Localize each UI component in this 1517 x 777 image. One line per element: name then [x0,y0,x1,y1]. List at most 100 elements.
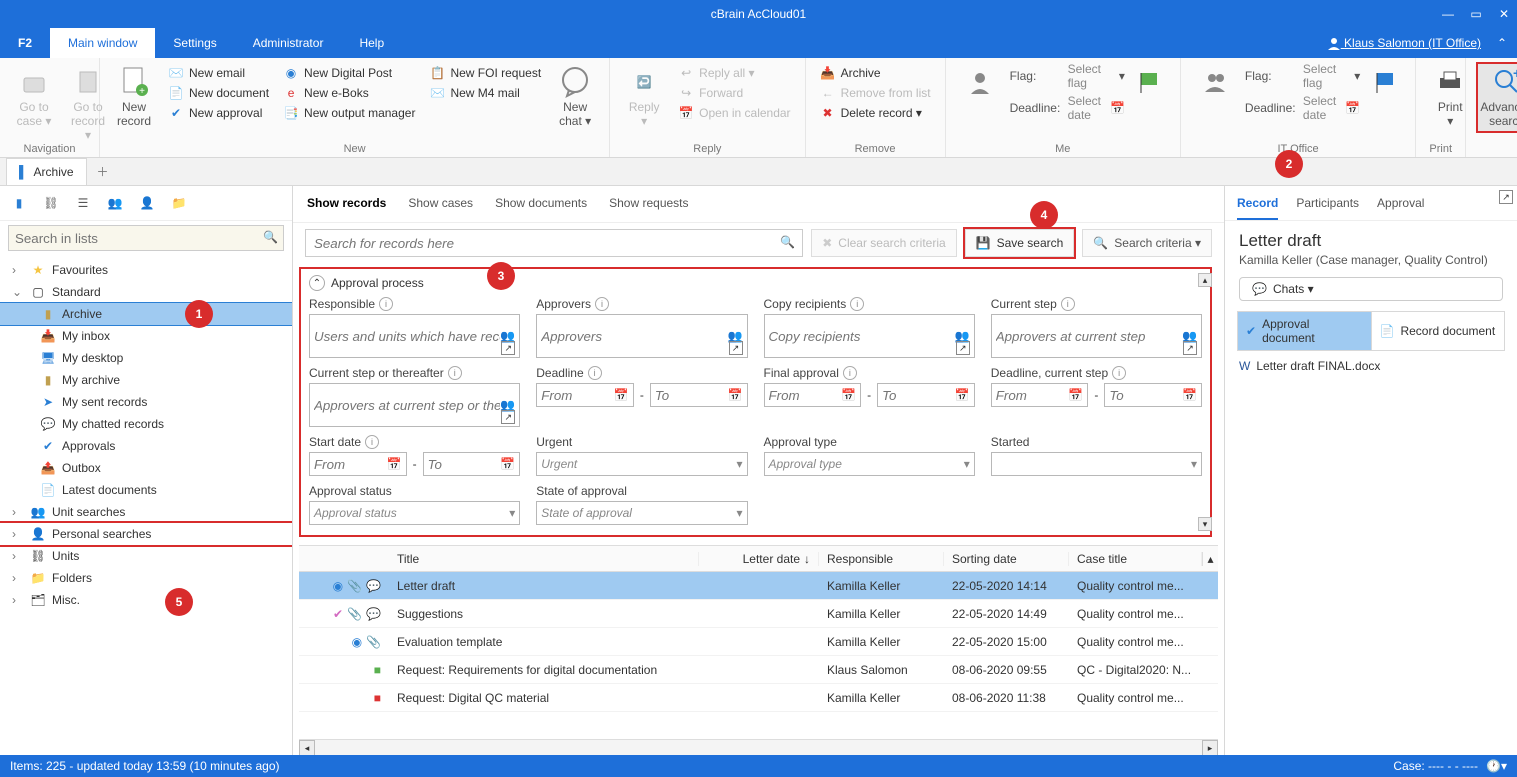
collapse-ribbon-icon[interactable]: ⌃ [1497,28,1507,58]
view-folder-icon[interactable]: 📁 [170,194,188,212]
calendar-picker-icon[interactable]: 📅 [1345,101,1360,115]
attachment-row[interactable]: WLetter draft FINAL.docx [1239,359,1503,373]
tab-show-records[interactable]: Show records [307,196,386,216]
info-icon[interactable]: i [843,366,857,380]
info-icon[interactable]: i [365,435,379,449]
archive-button[interactable]: 📥Archive [816,64,935,82]
me-flag-select[interactable]: Select flag [1068,62,1115,90]
chevron-down-icon[interactable]: ▾ [1119,69,1125,83]
collapse-section-button[interactable]: ⌃ [309,275,325,291]
scroll-down-button[interactable]: ▾ [1198,517,1212,531]
tab-record[interactable]: Record [1237,196,1278,220]
search-icon[interactable]: 🔍 [263,230,278,244]
tree-personal-searches[interactable]: ›👤Personal searches [0,523,292,545]
tab-participants[interactable]: Participants [1296,196,1359,220]
info-icon[interactable]: i [588,366,602,380]
info-icon[interactable]: i [379,297,393,311]
search-icon[interactable]: 🔍 [780,235,795,249]
table-row[interactable]: ✔📎💬 Suggestions Kamilla Keller 22-05-202… [299,600,1218,628]
records-search-input[interactable] [305,229,803,257]
search-criteria-button[interactable]: 🔍Search criteria ▾ [1082,229,1212,257]
info-icon[interactable]: i [850,297,864,311]
new-m4-button[interactable]: ✉️New M4 mail [425,84,545,102]
menu-main-window[interactable]: Main window [50,28,155,58]
new-output-button[interactable]: 📑New output manager [279,104,419,122]
tree-favourites[interactable]: ›★Favourites [0,259,292,281]
tree-folders[interactable]: ›📁Folders [0,567,292,589]
new-chat-button[interactable]: New chat ▾ [551,62,599,133]
user-info-link[interactable]: Klaus Salomon (IT Office) [1327,28,1481,58]
tree-outbox[interactable]: 📤Outbox [0,457,292,479]
tree-units[interactable]: ›⛓Units [0,545,292,567]
scroll-up-button[interactable]: ▴ [1198,273,1212,287]
view-list-icon[interactable]: ☰ [74,194,92,212]
panel-scrollbar[interactable]: ▴ ▾ [1198,273,1212,531]
expand-icon[interactable]: ↗ [1183,341,1197,355]
close-icon[interactable]: ✕ [1497,7,1511,21]
info-icon[interactable]: i [595,297,609,311]
reply-button[interactable]: ↩️ Reply ▾ [620,62,668,133]
tree-my-chatted[interactable]: 💬My chatted records [0,413,292,435]
delete-record-button[interactable]: ✖Delete record ▾ [816,104,935,122]
reply-all-button[interactable]: ↩Reply all ▾ [674,64,794,82]
col-case-title[interactable]: Case title [1069,552,1202,566]
save-search-button[interactable]: 💾Save search [965,229,1075,257]
tab-show-cases[interactable]: Show cases [408,196,473,216]
tree-archive[interactable]: ▮Archive [0,303,292,325]
table-row[interactable]: ■ Request: Digital QC material Kamilla K… [299,684,1218,712]
current-step-input[interactable] [996,329,1182,344]
forward-button[interactable]: ↪Forward [674,84,794,102]
menu-help[interactable]: Help [341,28,402,58]
calendar-picker-icon[interactable]: 📅 [841,388,856,402]
calendar-picker-icon[interactable]: 📅 [1110,101,1125,115]
started-select[interactable]: ▾ [991,452,1202,476]
tree-latest-docs[interactable]: 📄Latest documents [0,479,292,501]
new-approval-button[interactable]: ✔New approval [164,104,273,122]
calendar-picker-icon[interactable]: 📅 [500,457,515,471]
new-tab-button[interactable]: ＋ [89,158,117,185]
me-deadline-select[interactable]: Select date [1068,94,1106,122]
new-record-button[interactable]: + New record [110,62,158,133]
start-from-input[interactable] [314,457,387,472]
menu-administrator[interactable]: Administrator [235,28,342,58]
approval-status-select[interactable]: Approval status▾ [309,501,520,525]
open-calendar-button[interactable]: 📅Open in calendar [674,104,794,122]
minimize-icon[interactable]: — [1441,7,1455,21]
search-lists-input[interactable] [8,225,284,251]
tree-standard[interactable]: ⌄▢Standard [0,281,292,303]
subtab-approval-doc[interactable]: ✔Approval document [1238,312,1372,350]
cur-or-after-input[interactable] [314,398,500,413]
col-title[interactable]: Title [389,552,699,566]
table-row[interactable]: ◉📎 Evaluation template Kamilla Keller 22… [299,628,1218,656]
responsible-input[interactable] [314,329,500,344]
chevron-down-icon[interactable]: ▾ [1354,69,1360,83]
calendar-picker-icon[interactable]: 📅 [1182,388,1197,402]
calendar-picker-icon[interactable]: 📅 [728,388,743,402]
tree-misc[interactable]: ›🗂Misc. [0,589,292,611]
deadline-from-input[interactable] [541,388,614,403]
final-from-input[interactable] [769,388,842,403]
popout-icon[interactable]: ↗ [1499,190,1513,204]
new-digital-post-button[interactable]: ◉New Digital Post [279,64,419,82]
tree-my-sent[interactable]: ➤My sent records [0,391,292,413]
new-foi-button[interactable]: 📋New FOI request [425,64,545,82]
calendar-picker-icon[interactable]: 📅 [955,388,970,402]
view-users-icon[interactable]: 👥 [106,194,124,212]
go-to-case-button[interactable]: Go to case ▾ [10,62,58,133]
info-icon[interactable]: i [1061,297,1075,311]
maximize-icon[interactable]: ▭ [1469,7,1483,21]
calendar-picker-icon[interactable]: 📅 [387,457,402,471]
tree-my-archive[interactable]: ▮My archive [0,369,292,391]
new-document-button[interactable]: 📄New document [164,84,273,102]
new-email-button[interactable]: ✉️New email [164,64,273,82]
col-sorting-date[interactable]: Sorting date [944,552,1069,566]
view-records-icon[interactable]: ▮ [10,194,28,212]
remove-from-list-button[interactable]: ←Remove from list [816,84,935,102]
tab-show-requests[interactable]: Show requests [609,196,688,216]
me-flag-icon-btn[interactable] [1131,62,1170,102]
scroll-left-button[interactable]: ◂ [299,740,315,755]
expand-icon[interactable]: ↗ [956,341,970,355]
it-flag-icon-btn[interactable] [1366,62,1405,102]
copy-recipients-input[interactable] [769,329,955,344]
tab-show-documents[interactable]: Show documents [495,196,587,216]
